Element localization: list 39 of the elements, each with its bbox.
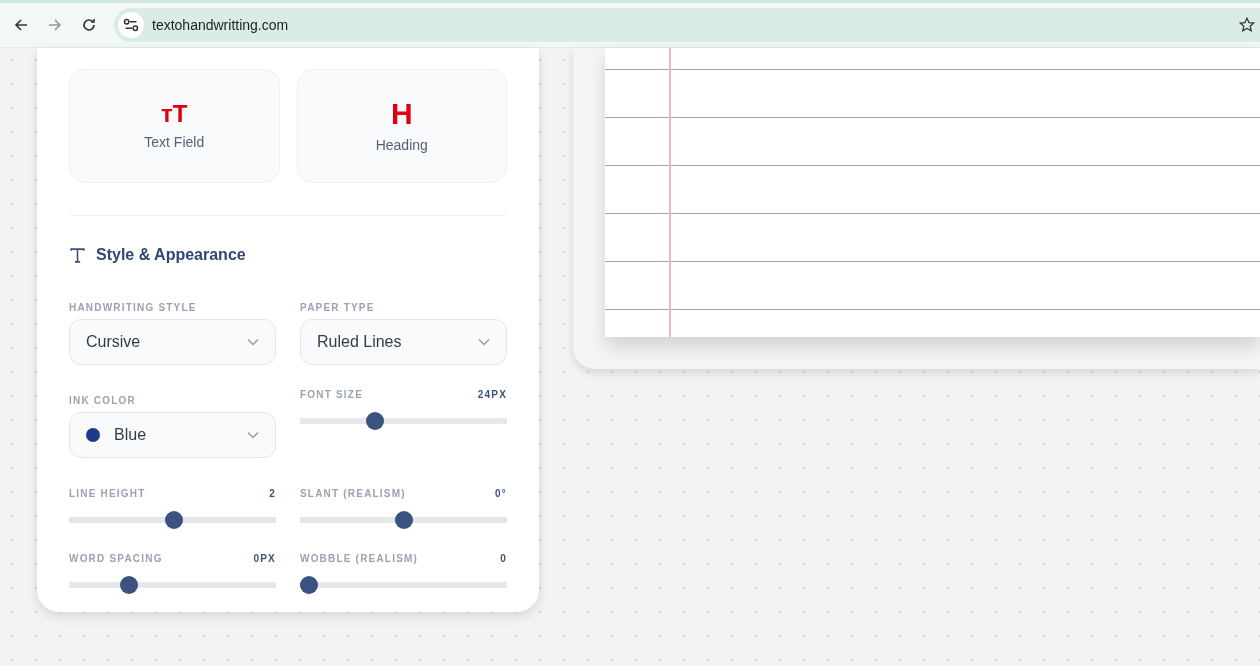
chevron-icon: [247, 431, 259, 439]
control-label: PAPER TYPE: [300, 302, 375, 313]
slider-thumb[interactable]: [366, 412, 385, 430]
star-icon[interactable]: [1238, 16, 1256, 34]
control-value: 0PX: [253, 553, 276, 564]
url-text: textohandwritting.com: [152, 17, 290, 33]
chevron-icon: [478, 338, 490, 346]
control-label: INK COLOR: [69, 395, 136, 406]
control-label: WOBBLE (REALISM): [300, 553, 419, 564]
element-card[interactable]: ᴛT Text Field: [69, 69, 280, 183]
reload-icon[interactable]: [81, 17, 97, 33]
dropdown[interactable]: Ruled Lines: [300, 319, 507, 365]
chevron-icon: [247, 338, 259, 346]
control-label: HANDWRITING STYLE: [69, 302, 197, 313]
slider-thumb[interactable]: [394, 511, 413, 529]
control-value: 2: [269, 488, 276, 499]
slider-thumb[interactable]: [300, 576, 318, 594]
control-value: 24PX: [477, 389, 507, 400]
site-settings-icon[interactable]: [118, 12, 144, 38]
address-bar[interactable]: textohandwritting.com: [114, 8, 1260, 42]
element-icon: H: [390, 99, 413, 129]
slider-thumb[interactable]: [165, 511, 184, 529]
section-title: Style & Appearance: [96, 246, 246, 264]
control-value: 0: [500, 553, 507, 564]
dropdown[interactable]: Blue: [69, 412, 276, 458]
control-label: FONT SIZE: [300, 389, 364, 400]
control-label: LINE HEIGHT: [69, 488, 146, 499]
forward-icon[interactable]: [47, 17, 63, 33]
back-icon[interactable]: [13, 17, 29, 33]
element-icon: ᴛT: [161, 102, 188, 126]
control-label: SLANT (REALISM): [300, 488, 406, 499]
control-label: WORD SPACING: [69, 553, 163, 564]
element-label: Text Field: [144, 134, 205, 150]
control-value: 0°: [495, 488, 507, 499]
element-label: Heading: [375, 137, 428, 153]
slider-thumb[interactable]: [120, 576, 138, 594]
text-icon: [69, 246, 86, 264]
element-card[interactable]: H Heading: [296, 69, 507, 183]
dropdown[interactable]: Cursive: [69, 319, 276, 365]
